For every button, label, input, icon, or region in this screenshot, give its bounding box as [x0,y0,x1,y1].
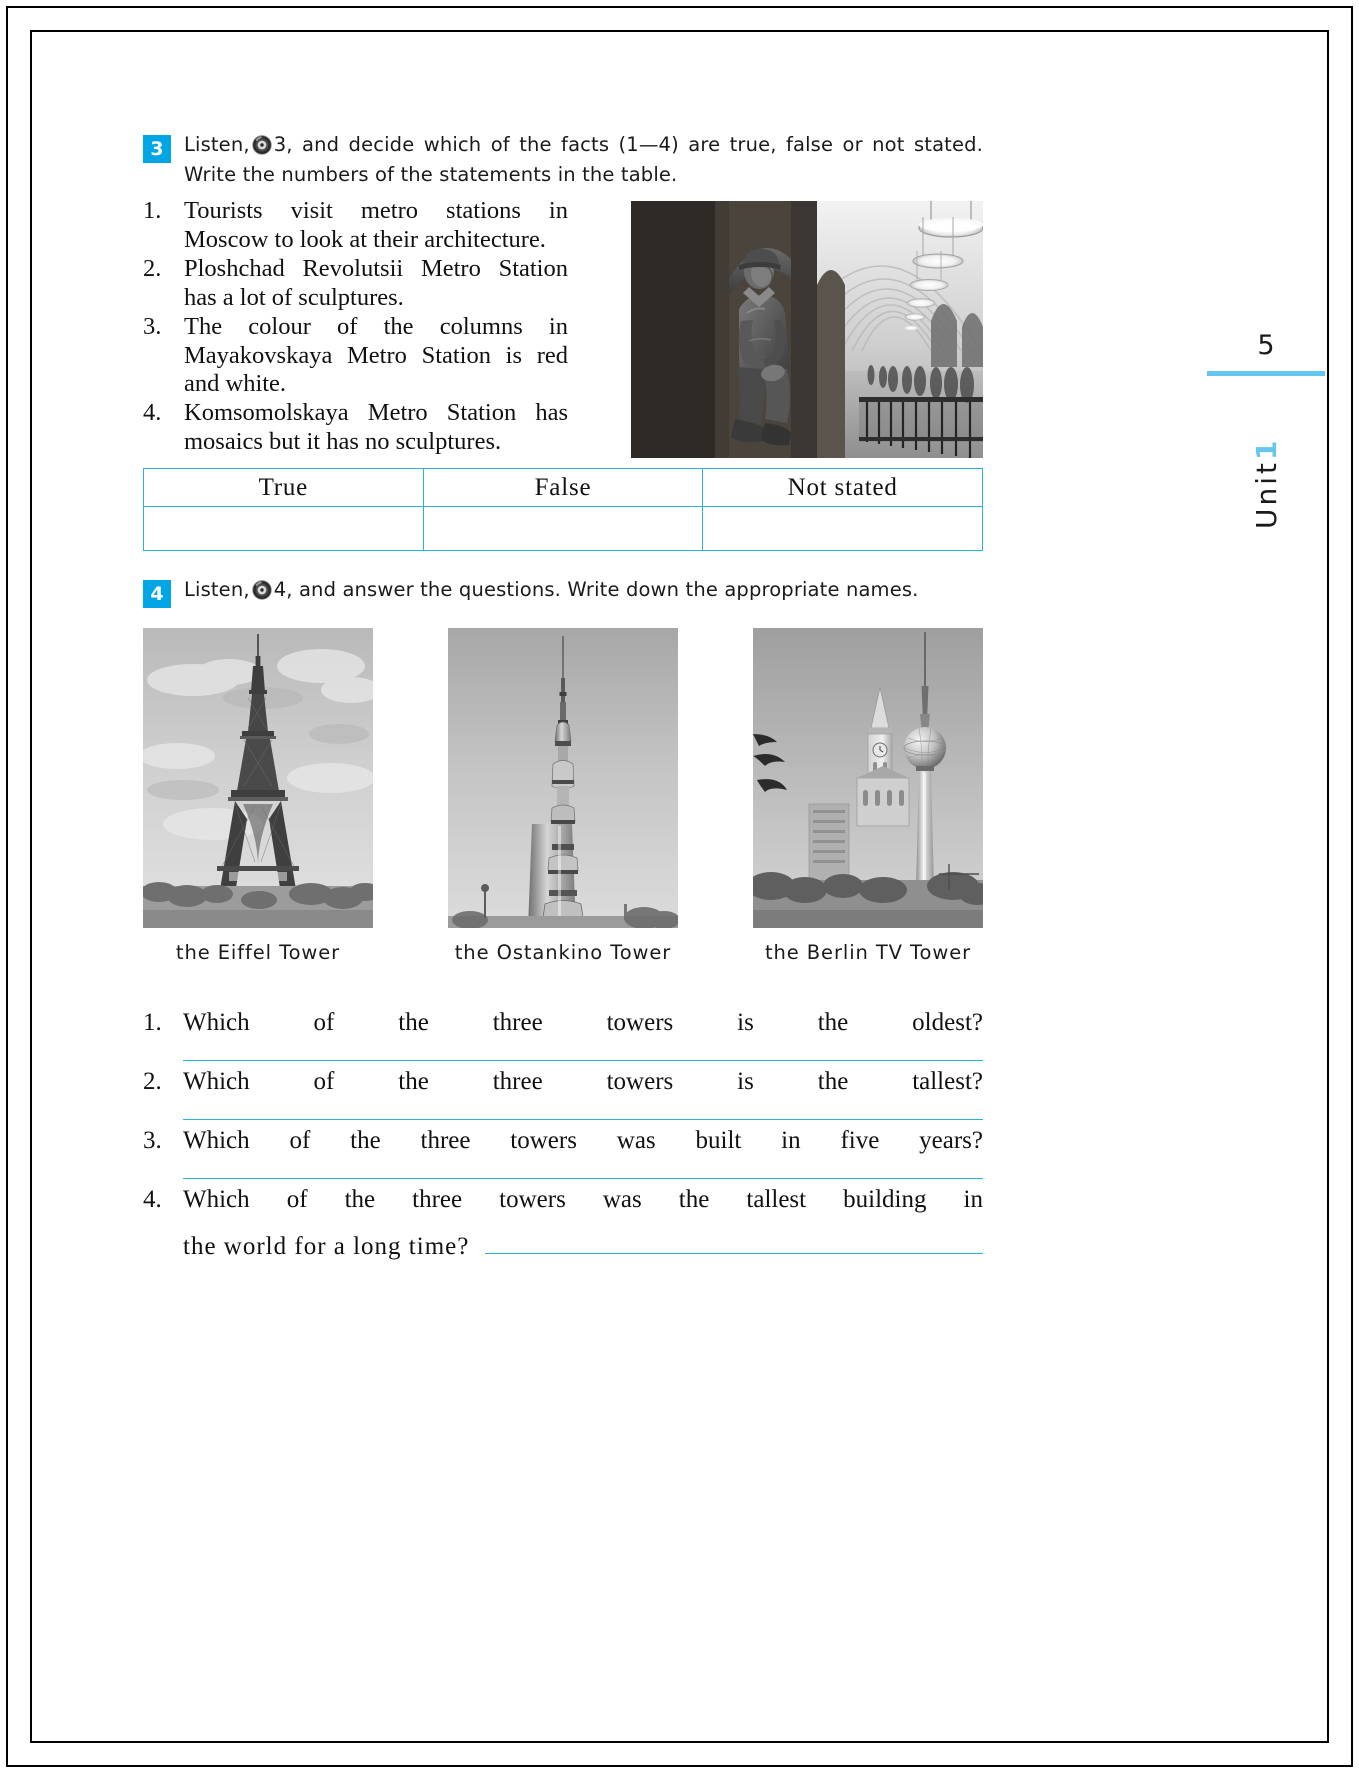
towers-row: the Eiffel Tower the Ostankino Tower the… [143,628,983,964]
column-header-false: False [422,468,704,508]
exercise-4-instruction-part2: 4, and answer the questions. Write down … [273,578,919,602]
questions-list: 1. Which of the three towers is the olde… [143,1008,983,1261]
question-text: Which of the three towers is the oldest? [183,1009,983,1037]
question-text-line2: the world for a long time? [183,1233,470,1261]
answer-line-4[interactable] [485,1238,983,1255]
column-header-true: True [143,468,424,508]
exercise-3-facts-list: 1. Tourists visit metro stations in Mosco… [143,197,568,456]
answer-line-2[interactable] [183,1119,983,1121]
fact-text: Tourists visit metro stations in Moscow … [184,197,568,253]
question-marker: 2. [143,1068,162,1096]
question-marker: 1. [143,1009,162,1037]
question-item-1: 1. Which of the three towers is the olde… [143,1008,983,1062]
page-number: 5 [1257,330,1275,361]
eiffel-tower-photo [143,628,373,929]
page-content: 3 Listen, 3, and decide which of the fact… [143,132,983,1267]
question-text: Which of the three towers was built in f… [183,1127,983,1155]
list-item: 1. Tourists visit metro stations in Mosco… [143,197,568,254]
question-item-4: 4. Which of the three towers was the tal… [143,1185,983,1261]
exercise-4-instruction: Listen, 4, and answer the questions. Writ… [184,577,983,607]
fact-marker: 1. [143,197,162,225]
exercise-3-instruction-part1: Listen, [184,133,250,156]
unit-label-number: 1 [1249,437,1283,460]
answer-cell-false[interactable] [422,506,704,552]
berlin-tv-tower-photo [753,628,983,929]
tower-item-eiffel: the Eiffel Tower [143,628,373,964]
question-text-line1: Which of the three towers was the talles… [183,1186,983,1214]
question-row: 1. Which of the three towers is the olde… [143,1008,983,1038]
exercise-4-instruction-part1: Listen, [184,578,250,602]
question-item-3: 3. Which of the three towers was built i… [143,1126,983,1180]
question-marker: 4. [143,1186,162,1214]
answer-line-1[interactable] [183,1060,983,1062]
tower-item-ostankino: the Ostankino Tower [448,628,678,964]
unit-tab: 5 Unit1 [1207,330,1325,573]
question-4-second-line: the world for a long time? [183,1233,983,1261]
exercise-3-heading: 3 Listen, 3, and decide which of the fact… [143,132,983,187]
fact-marker: 3. [143,313,162,341]
list-item: 3. The colour of the columns in Mayakovsk… [143,313,568,398]
exercise-3-instruction-part2: 3, and decide which of the facts (1—4) a… [184,133,983,186]
exercise-4-number-badge: 4 [143,580,171,609]
question-row: 2. Which of the three towers is the tall… [143,1067,983,1097]
tower-caption: the Berlin TV Tower [764,941,972,965]
fact-text: Komsomolskaya Metro Station has mosaics … [184,399,568,455]
fact-text: The colour of the columns in Mayakovskay… [184,313,568,397]
cd-icon [252,580,272,605]
ostankino-tower-photo [448,628,678,929]
question-text: Which of the three towers is the tallest… [183,1068,983,1096]
question-row: 3. Which of the three towers was built i… [143,1126,983,1156]
moscow-metro-station-photo [631,201,983,459]
fact-text: Ploshchad Revolutsii Metro Station has a… [184,255,568,311]
table-header-row: True False Not stated [143,468,983,508]
question-marker: 3. [143,1127,162,1155]
list-item: 4. Komsomolskaya Metro Station has mosaic… [143,399,568,456]
tower-item-berlin: the Berlin TV Tower [753,628,983,964]
answer-cell-true[interactable] [143,506,424,552]
column-header-not-stated: Not stated [702,468,983,508]
unit-rule-divider [1207,371,1325,376]
answer-line-3[interactable] [183,1178,983,1180]
exercise-3-instruction: Listen, 3, and decide which of the facts … [184,132,983,187]
answer-cell-not-stated[interactable] [702,506,983,552]
exercise-3-number-badge: 3 [143,135,171,163]
question-row: 4. Which of the three towers was the tal… [143,1185,983,1215]
unit-label-word: Unit [1249,459,1283,529]
cd-icon [252,135,272,160]
list-item: 2. Ploshchad Revolutsii Metro Station has… [143,255,568,312]
table-row [143,506,983,552]
exercise-4-heading: 4 Listen, 4, and answer the questions. Wr… [143,577,983,609]
fact-marker: 2. [143,255,162,283]
true-false-table: True False Not stated [143,468,983,552]
tower-caption: the Eiffel Tower [175,941,341,965]
exercise-3-body: 1. Tourists visit metro stations in Mosco… [143,197,983,459]
exercise-4: 4 Listen, 4, and answer the questions. Wr… [143,577,983,1261]
tower-caption: the Ostankino Tower [454,941,672,965]
question-item-2: 2. Which of the three towers is the tall… [143,1067,983,1121]
fact-marker: 4. [143,399,162,427]
unit-label: Unit1 [1250,398,1283,568]
